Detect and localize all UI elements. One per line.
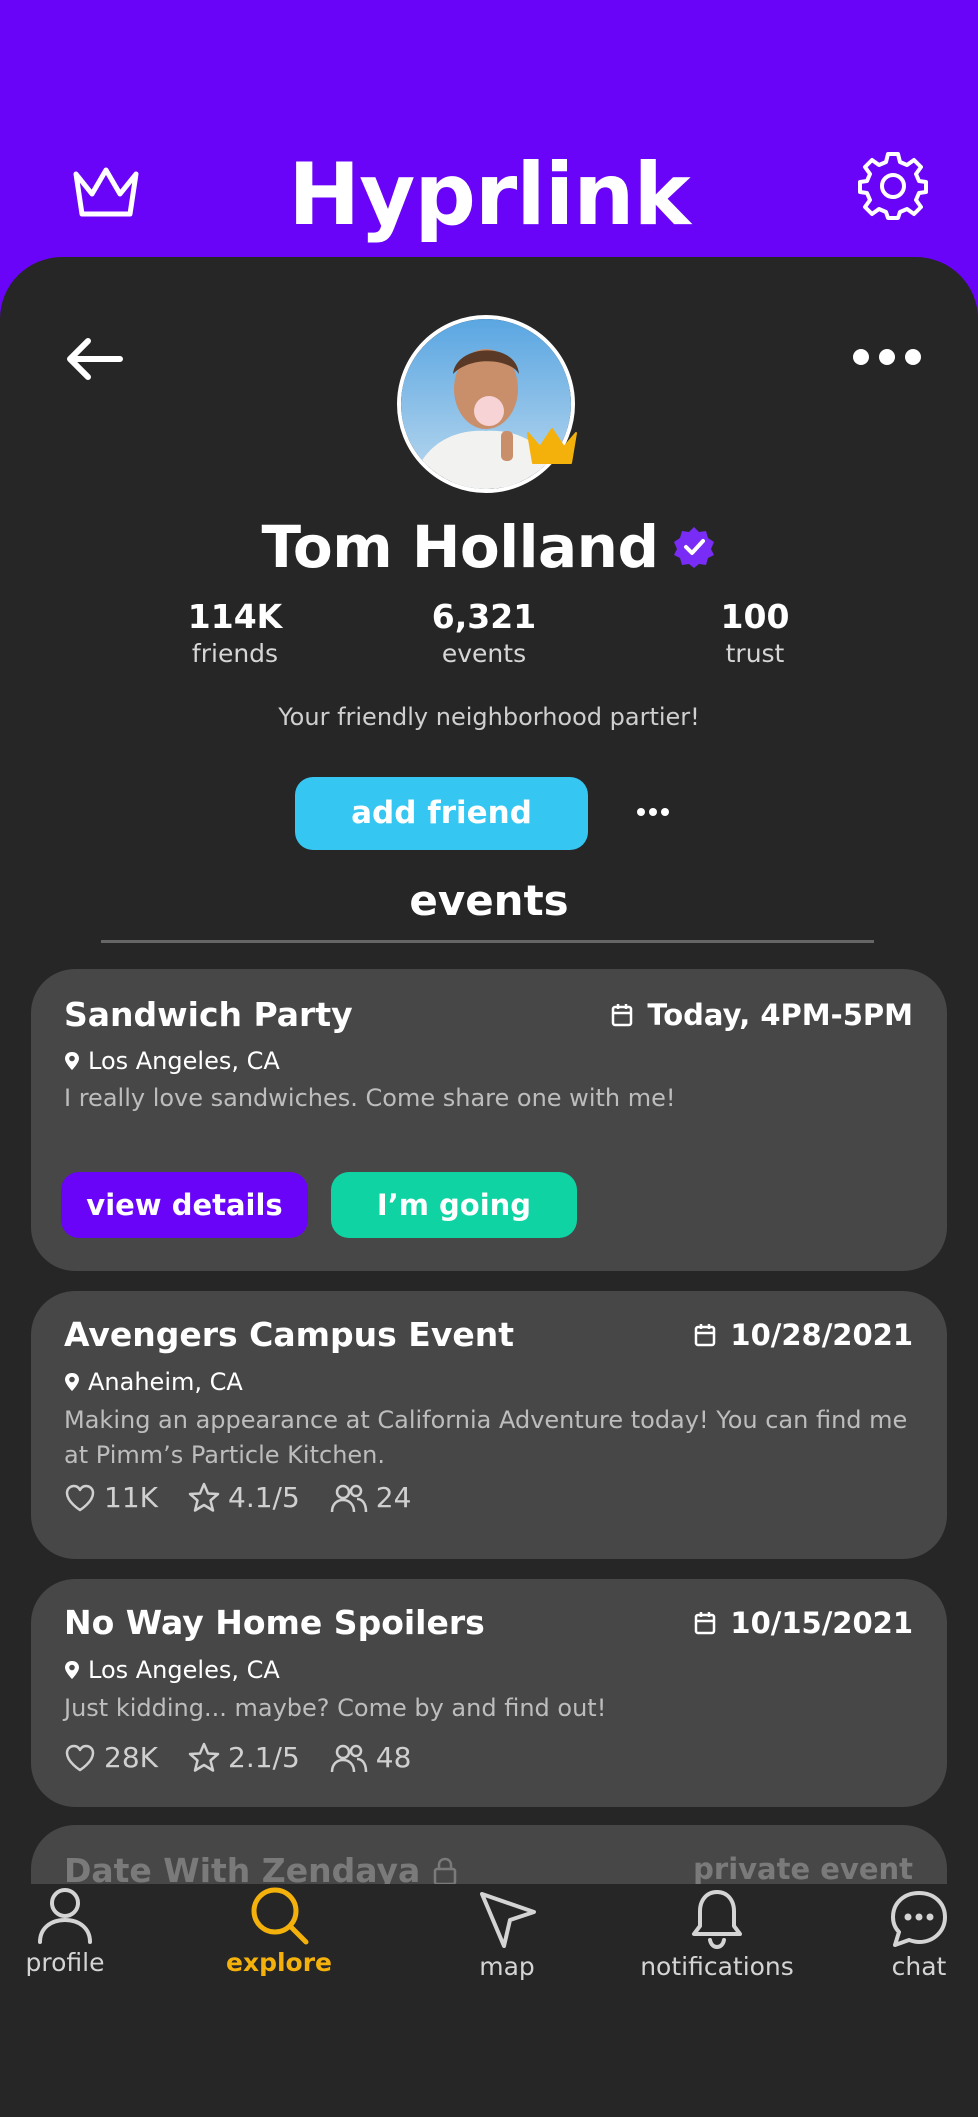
nav-label: map (479, 1952, 535, 1981)
stat-value: 114K (187, 597, 283, 636)
stat-events[interactable]: 6,321 events (384, 597, 584, 671)
likes-count: 11K (104, 1481, 158, 1514)
stat-trust[interactable]: 100 trust (655, 597, 855, 671)
location-pin-icon (65, 1052, 79, 1070)
event-location-text: Los Angeles, CA (88, 1656, 280, 1684)
event-date: 10/28/2021 (694, 1315, 913, 1355)
rating-value: 2.1/5 (228, 1741, 300, 1774)
event-title: Avengers Campus Event (64, 1315, 514, 1354)
nav-chat[interactable]: chat (824, 1888, 978, 1984)
back-arrow-icon[interactable] (64, 337, 124, 381)
event-description: Just kidding... maybe? Come by and find … (64, 1694, 607, 1722)
star-icon (188, 1742, 220, 1772)
stat-label: events (441, 639, 527, 668)
event-date-text: Today, 4PM-5PM (647, 998, 913, 1032)
likes[interactable]: 28K (64, 1741, 158, 1774)
nav-explore[interactable]: explore (184, 1884, 374, 1980)
lock-icon (433, 1857, 457, 1886)
profile-name: Tom Holland (261, 513, 659, 581)
group-icon (330, 1744, 368, 1772)
stat-value: 6,321 (431, 597, 537, 636)
search-icon (251, 1887, 309, 1945)
nav-label: profile (25, 1948, 105, 1977)
event-location-text: Los Angeles, CA (88, 1047, 280, 1075)
nav-label: notifications (640, 1952, 794, 1981)
navigation-arrow-icon (480, 1892, 536, 1948)
group-icon (330, 1484, 368, 1512)
event-title: No Way Home Spoilers (64, 1603, 485, 1642)
stat-value: 100 (720, 597, 790, 636)
profile-name-row: Tom Holland (0, 507, 978, 587)
gear-icon[interactable] (858, 150, 928, 220)
nav-notifications[interactable]: notifications (622, 1888, 812, 1984)
nav-label: explore (225, 1948, 332, 1977)
event-card[interactable]: Sandwich Party Today, 4PM-5PM Los Angele… (31, 969, 947, 1271)
attendees-count: 48 (375, 1741, 412, 1774)
profile-panel: Tom Holland 114K friends 6,321 events 10… (0, 257, 978, 2117)
rating[interactable]: 2.1/5 (188, 1741, 300, 1774)
calendar-icon (695, 1324, 716, 1347)
event-title: Sandwich Party (64, 995, 353, 1034)
stat-label: trust (725, 639, 785, 668)
event-location: Los Angeles, CA (64, 1045, 280, 1077)
event-location: Los Angeles, CA (64, 1654, 280, 1686)
gold-crown-icon (527, 428, 577, 464)
event-date-text: 10/15/2021 (730, 1606, 913, 1640)
nav-map[interactable]: map (412, 1888, 602, 1984)
event-location: Anaheim, CA (64, 1366, 243, 1398)
bell-icon (692, 1890, 742, 1950)
events-heading: events (409, 876, 569, 925)
star-icon (188, 1482, 220, 1512)
event-description: I really love sandwiches. Come share one… (64, 1084, 676, 1112)
app-title: Hyprlink (288, 145, 690, 245)
location-pin-icon (65, 1373, 79, 1391)
stat-friends[interactable]: 114K friends (135, 597, 335, 671)
event-date: 10/15/2021 (694, 1603, 913, 1643)
event-meta: 11K 4.1/5 24 (64, 1481, 441, 1514)
attendees[interactable]: 24 (330, 1481, 412, 1514)
event-meta: 28K 2.1/5 48 (64, 1741, 441, 1774)
event-date-text: 10/28/2021 (730, 1318, 913, 1352)
nav-profile[interactable]: profile (0, 1884, 160, 1980)
profile-stats: 114K friends 6,321 events 100 trust (0, 597, 978, 677)
attendees[interactable]: 48 (330, 1741, 412, 1774)
private-event-label: private event (693, 1852, 913, 1886)
likes-count: 28K (104, 1741, 158, 1774)
user-icon (38, 1888, 92, 1944)
heart-icon (65, 1484, 95, 1511)
rating[interactable]: 4.1/5 (188, 1481, 300, 1514)
likes[interactable]: 11K (64, 1481, 158, 1514)
profile-more-icon[interactable] (636, 807, 670, 817)
heart-icon (65, 1744, 95, 1771)
nav-label: chat (891, 1952, 947, 1981)
calendar-icon (695, 1612, 716, 1635)
add-friend-button[interactable]: add friend (295, 777, 588, 850)
event-card[interactable]: No Way Home Spoilers 10/15/2021 Los Ange… (31, 1579, 947, 1807)
event-date: Today, 4PM-5PM (611, 995, 913, 1035)
going-button[interactable]: I’m going (331, 1172, 577, 1238)
rating-value: 4.1/5 (228, 1481, 300, 1514)
verified-badge-icon (674, 527, 715, 568)
stat-label: friends (191, 639, 279, 668)
calendar-icon (612, 1004, 633, 1027)
more-options-icon[interactable] (852, 347, 922, 367)
location-pin-icon (65, 1661, 79, 1679)
event-card[interactable]: Avengers Campus Event 10/28/2021 Anaheim… (31, 1291, 947, 1559)
event-description: Making an appearance at California Adven… (64, 1406, 908, 1469)
chat-bubble-icon (891, 1891, 947, 1947)
top-bar: Hyprlink (0, 0, 978, 260)
divider (101, 940, 874, 943)
event-location-text: Anaheim, CA (88, 1368, 243, 1396)
bottom-nav: profile explore map notifications chat (0, 1884, 978, 2117)
view-details-button[interactable]: view details (61, 1172, 308, 1238)
profile-bio: Your friendly neighborhood partier! (278, 703, 700, 731)
attendees-count: 24 (375, 1481, 412, 1514)
